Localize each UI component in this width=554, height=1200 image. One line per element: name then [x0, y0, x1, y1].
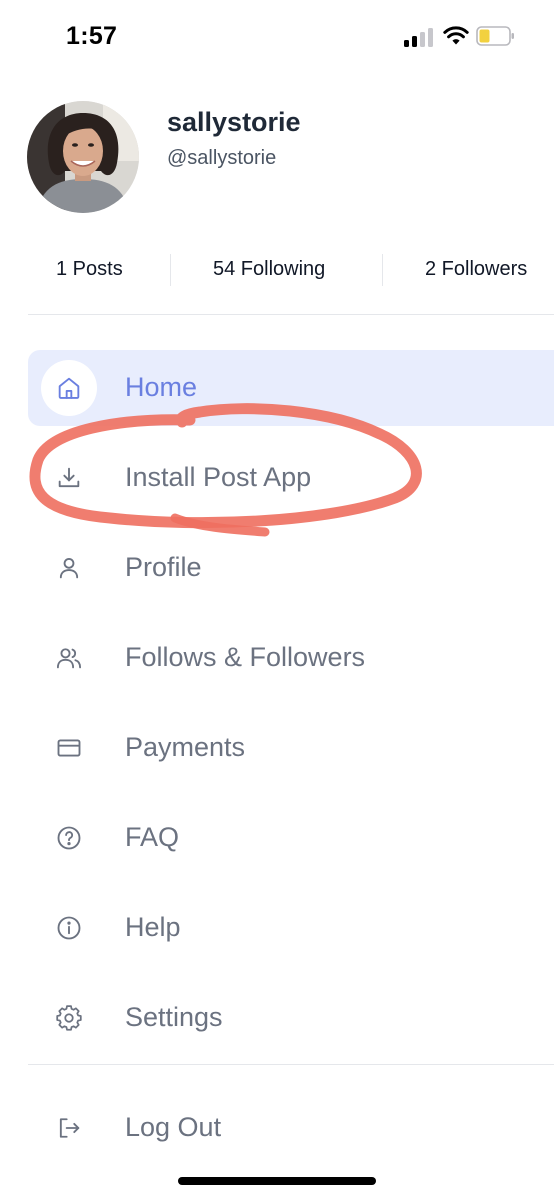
following-count[interactable]: 54 Following	[213, 258, 325, 281]
menu-item-help[interactable]: Help	[28, 890, 554, 966]
info-circle-icon	[57, 916, 81, 940]
menu-label: Log Out	[125, 1112, 222, 1142]
credit-card-icon	[57, 739, 81, 757]
wifi-icon	[443, 26, 469, 45]
menu-label: Install Post App	[125, 462, 312, 492]
download-icon	[58, 467, 80, 488]
menu-item-home[interactable]: Home	[28, 350, 554, 426]
stats-divider	[170, 254, 171, 286]
question-circle-icon	[57, 826, 81, 850]
divider	[28, 1064, 554, 1065]
divider	[28, 314, 554, 315]
menu-label: Help	[125, 912, 181, 942]
menu-item-profile[interactable]: Profile	[28, 530, 554, 606]
menu-label: Settings	[125, 1002, 223, 1032]
posts-count[interactable]: 1 Posts	[56, 258, 123, 281]
menu-item-follows-followers[interactable]: Follows & Followers	[28, 620, 554, 696]
menu-item-settings[interactable]: Settings	[28, 980, 554, 1056]
battery-icon	[476, 26, 514, 46]
profile-handle: @sallystorie	[167, 147, 277, 169]
menu-label: Payments	[125, 732, 246, 762]
menu-item-install-post-app[interactable]: Install Post App	[28, 440, 554, 516]
users-icon	[56, 648, 82, 669]
avatar[interactable]	[27, 101, 139, 213]
cellular-signal-icon	[404, 25, 436, 47]
menu-item-log-out[interactable]: Log Out	[28, 1090, 554, 1166]
home-icon	[58, 377, 80, 399]
menu-item-payments[interactable]: Payments	[28, 710, 554, 786]
status-bar: 1:57	[0, 0, 554, 76]
menu-label: FAQ	[125, 822, 180, 852]
menu-label: Follows & Followers	[125, 642, 366, 672]
menu-label: Profile	[125, 552, 202, 582]
profile-name: sallystorie	[167, 107, 301, 137]
status-time: 1:57	[66, 22, 118, 50]
menu-item-faq[interactable]: FAQ	[28, 800, 554, 876]
menu-label: Home	[125, 372, 198, 402]
followers-count[interactable]: 2 Followers	[425, 258, 527, 281]
stats-divider	[382, 254, 383, 286]
gear-icon	[56, 1005, 82, 1031]
home-indicator[interactable]	[178, 1177, 376, 1185]
user-icon	[59, 557, 79, 579]
profile-stats: 1 Posts 54 Following 2 Followers	[0, 248, 554, 292]
logout-icon	[59, 1118, 80, 1138]
